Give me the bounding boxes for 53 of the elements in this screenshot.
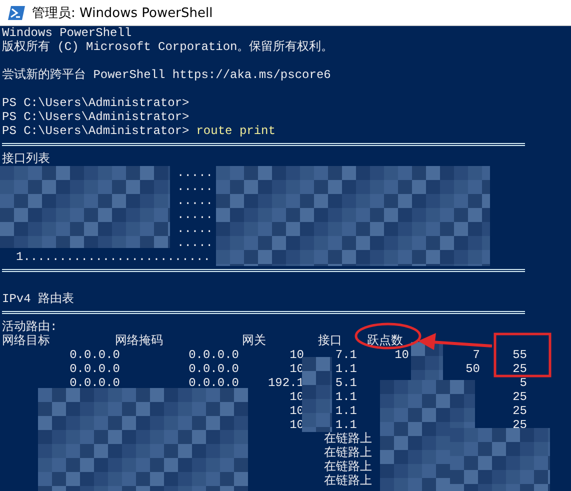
interface-row: ..... xyxy=(177,194,214,208)
column-header: 跃点数 xyxy=(367,334,403,348)
console-line: Windows PowerShell xyxy=(2,26,132,40)
table-cell: 1.1 xyxy=(335,390,357,404)
prompt-text: PS C:\Users\Administrator> xyxy=(2,110,190,124)
highlight-box xyxy=(494,332,552,378)
prompt-text: PS C:\Users\Administrator> xyxy=(2,96,190,110)
column-header: 接口 xyxy=(318,334,342,348)
prompt-text: PS C:\Users\Administrator> xyxy=(2,124,190,138)
table-cell: 10 xyxy=(394,348,409,362)
table-cell: 在链路上 xyxy=(324,474,372,488)
table-cell: 25 xyxy=(512,418,527,432)
table-cell: 7 xyxy=(472,348,480,362)
highlight-ellipse xyxy=(354,322,422,350)
table-cell: 5.1 xyxy=(335,376,357,390)
interface-row: ..... xyxy=(177,208,214,222)
table-cell: 0.0.0.0 xyxy=(70,362,120,376)
table-cell: 50 xyxy=(466,362,480,376)
table-cell: 0.0.0.0 xyxy=(188,348,239,362)
table-cell: 55 xyxy=(512,348,527,362)
table-cell: 在链路上 xyxy=(324,432,372,446)
table-cell: 1.1 xyxy=(335,404,357,418)
table-cell: 7.1 xyxy=(335,348,357,362)
table-cell: 25 xyxy=(512,362,527,376)
section-title: 接口列表 xyxy=(2,152,50,166)
column-header: 网络目标 xyxy=(2,334,50,348)
interface-row: ..... xyxy=(177,166,214,180)
interface-row: ..... xyxy=(177,236,214,250)
powershell-icon xyxy=(8,6,25,20)
interface-row: ..... xyxy=(177,180,214,194)
interface-row: 1.......................... xyxy=(16,250,210,264)
section-title: IPv4 路由表 xyxy=(2,292,74,306)
table-cell: 在链路上 xyxy=(324,446,372,460)
table-cell: 5 xyxy=(520,376,527,390)
command-text: route print xyxy=(196,124,276,138)
table-cell: 10 xyxy=(290,348,304,362)
console-line: 尝试新的跨平台 PowerShell https://aka.ms/pscore6 xyxy=(2,68,331,82)
console-line: 版权所有 (C) Microsoft Corporation。保留所有权利。 xyxy=(2,40,334,54)
section-label: 活动路由: xyxy=(2,320,58,334)
table-cell: 0.0.0.0 xyxy=(70,348,120,362)
table-cell: 25 xyxy=(512,390,527,404)
window-title: 管理员: Windows PowerShell xyxy=(32,4,213,22)
column-header: 网关 xyxy=(242,334,266,348)
table-cell: 在链路上 xyxy=(324,460,372,474)
interface-row: ..... xyxy=(177,222,214,236)
table-cell: 0.0.0.0 xyxy=(188,362,239,376)
column-header: 网络掩码 xyxy=(115,334,163,348)
table-cell: 192.1 xyxy=(268,376,304,390)
table-cell: 25 xyxy=(512,404,527,418)
table-cell: 1.1 xyxy=(335,418,357,432)
table-cell: 1.1 xyxy=(335,362,357,376)
table-cell: 0.0.0.0 xyxy=(188,376,239,390)
table-cell: 0.0.0.0 xyxy=(70,376,120,390)
